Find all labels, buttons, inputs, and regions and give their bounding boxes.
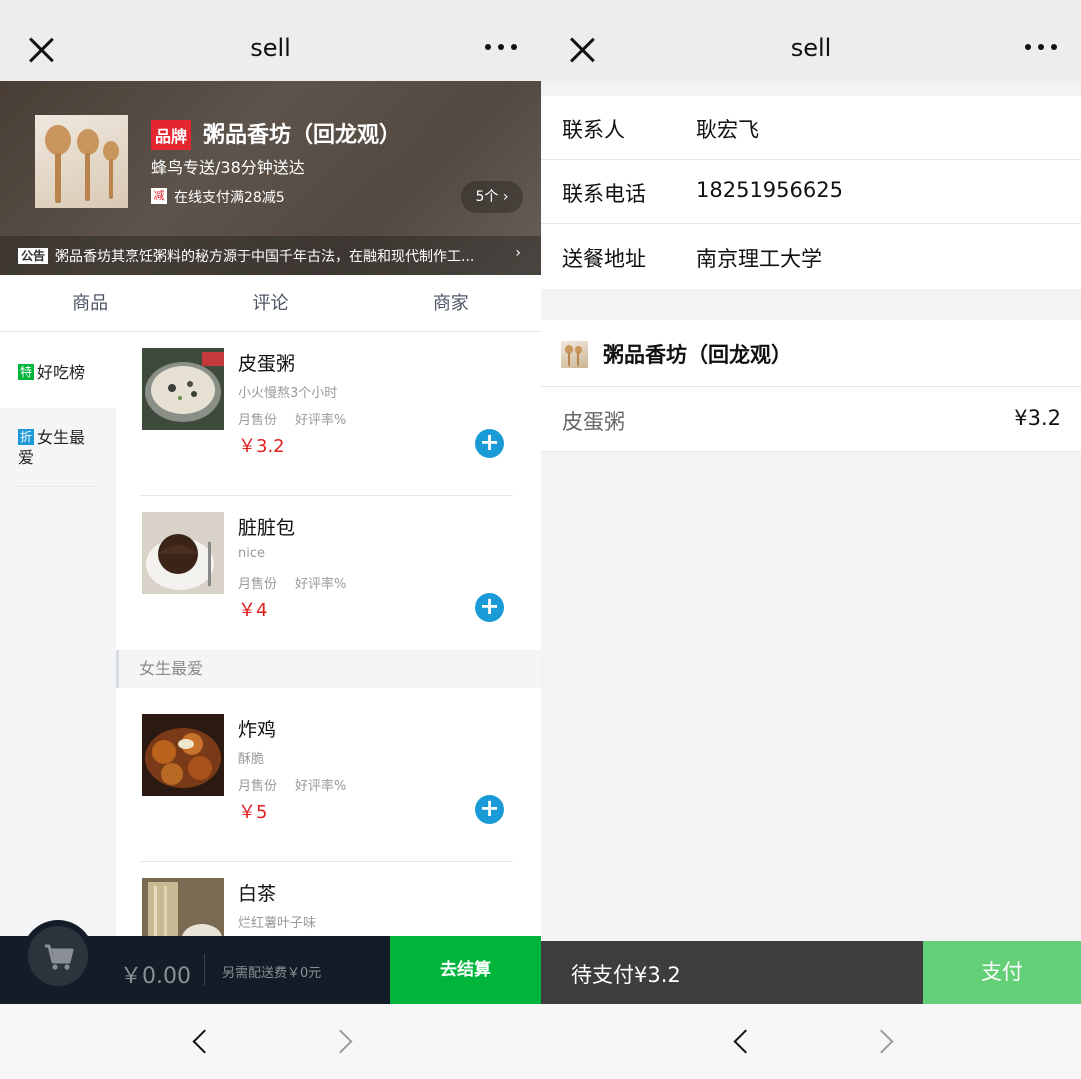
shop-logo — [561, 341, 588, 368]
food-description: 烂红薯叶子味 — [238, 916, 317, 931]
food-stats: 月售份 好评率% — [238, 413, 347, 428]
address-row[interactable]: 送餐地址 南京理工大学 — [541, 225, 1081, 289]
back-icon[interactable] — [731, 1028, 751, 1056]
order-item: 皮蛋粥 ¥3.2 — [541, 388, 1081, 452]
contact-phone-row[interactable]: 联系电话 18251956625 — [541, 160, 1081, 224]
forward-icon[interactable] — [334, 1028, 354, 1056]
contact-form: 联系人 耿宏飞 联系电话 18251956625 送餐地址 南京理工大学 — [541, 96, 1081, 289]
order-shop-name: 粥品香坊（回龙观） — [603, 343, 792, 367]
category-item-girls[interactable]: 折女生最爱 — [18, 428, 98, 468]
order-page: sell 联系人 耿宏飞 联系电话 18251956625 送餐地址 南京理工大… — [541, 0, 1081, 1079]
amount-due: 待支付¥3.2 — [571, 963, 681, 987]
order-item-price: ¥3.2 — [1014, 406, 1061, 430]
food-price: ￥5 — [238, 802, 268, 823]
food-item[interactable]: 脏脏包 nice 月售份 好评率% ￥4 + — [116, 496, 541, 660]
shopcart-bar: ￥0.00 另需配送费￥0元 去结算 — [0, 920, 541, 1004]
shop-header: 品牌 粥品香坊（回龙观） 蜂鸟专送/38分钟送达 减 在线支付满28减5 5个 … — [0, 81, 541, 275]
contact-name-field[interactable]: 耿宏飞 — [696, 114, 759, 144]
delivery-fee: 另需配送费￥0元 — [222, 966, 322, 981]
page-title: sell — [790, 34, 832, 62]
notice-bar[interactable]: 公告 粥品香坊其烹饪粥料的秘方源于中国千年古法，在融和现代制作工... › — [0, 236, 541, 275]
food-stats: 月售份 好评率% — [238, 577, 347, 592]
checkout-button[interactable]: 去结算 — [390, 936, 541, 1004]
tab-seller[interactable]: 商家 — [361, 275, 541, 331]
food-stats: 月售份 好评率% — [238, 779, 347, 794]
divider — [204, 954, 205, 986]
tab-ratings[interactable]: 评论 — [180, 275, 360, 331]
food-item[interactable]: 炸鸡 酥脆 月售份 好评率% ￥5 + — [116, 698, 541, 862]
address-field[interactable]: 南京理工大学 — [696, 243, 822, 273]
pay-button[interactable]: 支付 — [923, 941, 1081, 1004]
add-to-cart-button[interactable]: + — [475, 593, 504, 622]
discount-text: 在线支付满28减5 — [174, 190, 285, 206]
contact-name-row[interactable]: 联系人 耿宏飞 — [541, 96, 1081, 160]
add-to-cart-button[interactable]: + — [475, 795, 504, 824]
order-shop-row: 粥品香坊（回龙观） — [541, 320, 1081, 387]
phone-field[interactable]: 18251956625 — [696, 178, 843, 202]
order-item-name: 皮蛋粥 — [562, 410, 625, 434]
special-badge-icon: 特 — [18, 364, 34, 380]
delivery-info: 蜂鸟专送/38分钟送达 — [151, 158, 305, 177]
more-icon[interactable] — [485, 44, 517, 52]
cart-total: ￥0.00 — [120, 964, 191, 989]
shop-logo — [35, 115, 128, 208]
shop-name: 粥品香坊（回龙观） — [203, 123, 402, 148]
food-item[interactable]: 皮蛋粥 小火慢熬3个小时 月售份 好评率% ￥3.2 + — [116, 332, 541, 496]
cart-icon — [45, 944, 74, 970]
more-icon[interactable] — [1025, 44, 1057, 52]
category-item-hot[interactable]: 特好吃榜 — [0, 332, 116, 408]
field-label: 联系人 — [562, 118, 625, 142]
food-image — [142, 348, 224, 430]
food-name: 皮蛋粥 — [238, 353, 296, 375]
food-name: 白茶 — [238, 883, 277, 905]
discount-icon: 减 — [151, 188, 167, 204]
nav-bar: sell — [541, 0, 1081, 81]
divider — [18, 486, 98, 487]
food-name: 脏脏包 — [238, 517, 296, 539]
page-title: sell — [250, 34, 291, 62]
browser-bottom-bar — [541, 1004, 1081, 1079]
brand-badge: 品牌 — [151, 120, 192, 150]
section-title: 女生最爱 — [116, 650, 541, 688]
food-price: ￥3.2 — [238, 436, 285, 457]
shop-page: sell 品牌 粥品香坊（回龙观） 蜂鸟专送/38分钟送达 减 在线支付满28减… — [0, 0, 541, 1079]
field-label: 送餐地址 — [562, 247, 646, 271]
food-image — [142, 512, 224, 594]
food-description: 小火慢熬3个小时 — [238, 386, 338, 401]
add-to-cart-button[interactable]: + — [475, 429, 504, 458]
cart-button[interactable] — [22, 920, 94, 992]
food-description: 酥脆 — [238, 752, 265, 767]
notice-tag: 公告 — [18, 248, 49, 264]
order-summary: 粥品香坊（回龙观） 皮蛋粥 ¥3.2 — [541, 320, 1081, 452]
back-icon[interactable] — [190, 1028, 210, 1056]
pay-bar: 待支付¥3.2 支付 — [541, 941, 1081, 1004]
browser-bottom-bar — [0, 1004, 541, 1079]
notice-text: 粥品香坊其烹饪粥料的秘方源于中国千年古法，在融和现代制作工... — [55, 249, 475, 265]
tab-goods[interactable]: 商品 — [0, 275, 180, 331]
category-label: 好吃榜 — [37, 363, 86, 382]
food-price: ￥4 — [238, 600, 268, 621]
chevron-right-icon: › — [515, 245, 521, 261]
tab-bar: 商品 评论 商家 — [0, 275, 541, 332]
field-label: 联系电话 — [562, 182, 646, 206]
discount-badge-icon: 折 — [18, 429, 34, 445]
nav-bar: sell — [0, 0, 541, 81]
food-name: 炸鸡 — [238, 719, 277, 741]
forward-icon[interactable] — [875, 1028, 895, 1056]
supports-count-button[interactable]: 5个 › — [461, 181, 523, 213]
food-image — [142, 714, 224, 796]
food-description: nice — [238, 546, 265, 561]
